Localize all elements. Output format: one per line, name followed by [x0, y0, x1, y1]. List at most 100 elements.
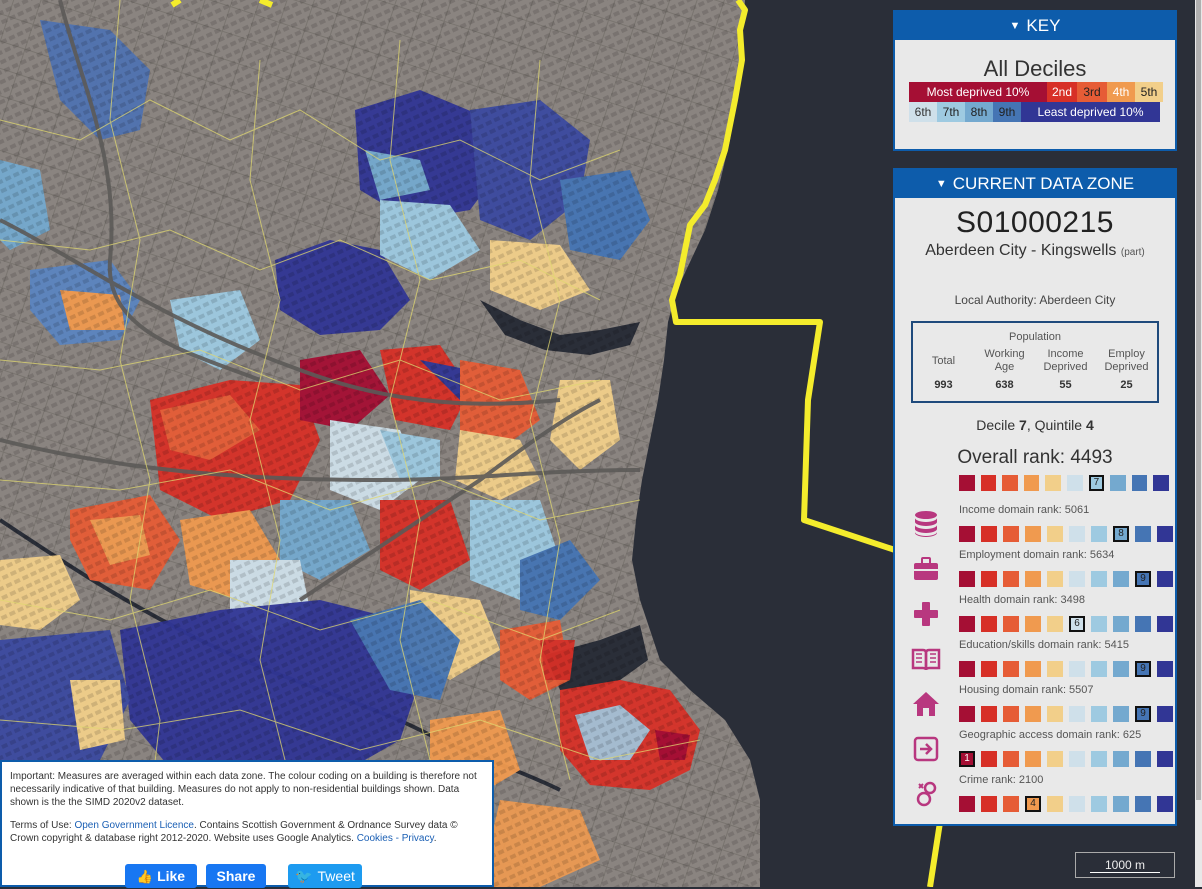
decile-square-6: [1069, 526, 1085, 542]
population-col: Total 993: [915, 347, 973, 392]
domain-decile-scale: 9: [959, 706, 1179, 722]
current-data-zone-panel: ▼ CURRENT DATA ZONE S01000215 Aberdeen Ci…: [893, 168, 1177, 826]
population-label: Income Deprived: [1043, 348, 1088, 373]
decile-square-2: [981, 571, 997, 587]
key-swatch-row1-2: 3rd: [1077, 82, 1107, 102]
decile-square-3: [1003, 796, 1019, 812]
decile-square-7: [1091, 526, 1107, 542]
decile-square-10: [1157, 706, 1173, 722]
database-icon: [911, 509, 941, 539]
key-swatch-row1-4: 5th: [1135, 82, 1163, 102]
domain-row: Income domain rank: 5061 8: [895, 504, 1175, 549]
decile-square-6: [1066, 475, 1083, 491]
decile-square-4: 4: [1025, 796, 1041, 812]
decile-square-5: [1047, 571, 1063, 587]
decile-square-8: [1110, 475, 1126, 491]
population-value: 25: [1120, 379, 1133, 391]
sign-in-icon: [911, 734, 941, 764]
plus-icon: [911, 599, 941, 629]
scrollbar-thumb[interactable]: [1196, 0, 1201, 800]
population-title: Population: [1009, 331, 1061, 343]
caret-down-icon: ▼: [935, 178, 947, 190]
domain-decile-scale: 4: [959, 796, 1179, 812]
domain-list: Income domain rank: 5061 8 Employment doma…: [895, 504, 1175, 824]
decile-square-8: [1113, 616, 1129, 632]
decile-square-2: [981, 706, 997, 722]
domain-rank-label: Employment domain rank: 5634: [959, 549, 1115, 561]
facebook-like-button[interactable]: 👍 Like: [125, 864, 197, 888]
decile-square-6: [1069, 706, 1085, 722]
decile-square-9: [1135, 796, 1151, 812]
key-swatch-row2-0: 6th: [909, 102, 937, 122]
decile-square-1: [959, 526, 975, 542]
decile-square-1: [959, 661, 975, 677]
decile-square-1: [959, 706, 975, 722]
page-scrollbar[interactable]: [1195, 0, 1202, 887]
like-label: Like: [157, 868, 186, 884]
key-header-label: KEY: [1026, 16, 1061, 35]
overall-decile-scale: 7: [959, 475, 1175, 491]
decile-square-5: [1047, 526, 1063, 542]
zone-header-label: CURRENT DATA ZONE: [952, 174, 1135, 193]
quintile-value: 4: [1085, 417, 1094, 433]
decile-square-7: [1091, 706, 1107, 722]
decile-square-10: [1153, 475, 1170, 491]
decile-square-4: [1025, 571, 1041, 587]
decile-square-5: [1047, 706, 1063, 722]
decile-square-4: [1025, 661, 1041, 677]
briefcase-icon: [911, 554, 941, 584]
cookies-privacy-link[interactable]: Cookies - Privacy: [357, 833, 434, 844]
decile-square-3: [1003, 616, 1019, 632]
decile-square-7: [1091, 571, 1107, 587]
key-swatch-row1-3: 4th: [1107, 82, 1135, 102]
population-box: Population Total 993 Working Age 638 Income …: [911, 321, 1159, 403]
domain-rank-label: Geographic access domain rank: 625: [959, 729, 1142, 741]
domain-decile-scale: 6: [959, 616, 1179, 632]
domain-rank-label: Education/skills domain rank: 5415: [959, 639, 1129, 651]
decile-square-1: [959, 475, 975, 491]
key-legend-row-2: 6th 7th 8th 9th Least deprived 10%: [909, 102, 1175, 122]
caret-down-icon: ▼: [1009, 20, 1021, 32]
tweet-button[interactable]: 🐦 Tweet: [288, 864, 362, 888]
decile-square-7: [1091, 751, 1107, 767]
key-panel-header[interactable]: ▼ KEY: [895, 12, 1175, 40]
decile-square-9: [1135, 526, 1151, 542]
decile-square-3: [1003, 706, 1019, 722]
decile-square-4: [1025, 751, 1041, 767]
decile-square-8: [1113, 661, 1129, 677]
domain-decile-scale: 1: [959, 751, 1179, 767]
decile-square-2: [981, 796, 997, 812]
decile-square-8: [1113, 751, 1129, 767]
population-col: Income Deprived 55: [1037, 347, 1095, 391]
decile-square-6: [1069, 751, 1085, 767]
key-swatch-row2-1: 7th: [937, 102, 965, 122]
domain-rank-label: Crime rank: 2100: [959, 774, 1044, 786]
domain-row: Education/skills domain rank: 5415 9: [895, 639, 1175, 684]
ogl-link[interactable]: Open Government Licence: [74, 820, 194, 831]
population-col: Working Age 638: [976, 347, 1034, 391]
decile-square-6: [1069, 571, 1085, 587]
domain-decile-scale: 9: [959, 571, 1179, 587]
zone-panel-header[interactable]: ▼ CURRENT DATA ZONE: [895, 170, 1175, 198]
decile-square-1: [959, 796, 975, 812]
decile-square-4: [1025, 706, 1041, 722]
thumbs-up-icon: 👍: [136, 869, 154, 884]
data-zone-name: Aberdeen City - Kingswells (part): [895, 242, 1175, 260]
population-value: 993: [934, 379, 953, 391]
decile-square-5: [1045, 475, 1061, 491]
facebook-share-button[interactable]: Share: [206, 864, 266, 888]
population-label: Total: [931, 354, 956, 367]
zone-name-suffix: (part): [1120, 247, 1145, 258]
decile-value: 7: [1019, 417, 1027, 433]
decile-square-5: [1047, 751, 1063, 767]
crime-icon: [911, 779, 941, 809]
decile-square-3: [1003, 571, 1019, 587]
scale-label: 1000 m: [1104, 858, 1146, 872]
decile-square-10: [1157, 526, 1173, 542]
local-authority: Local Authority: Aberdeen City: [954, 293, 1116, 307]
decile-square-2: [981, 661, 997, 677]
domain-rank-label: Income domain rank: 5061: [959, 504, 1090, 516]
key-swatch-row2-3: 9th: [993, 102, 1021, 122]
data-zone-id: S01000215: [956, 206, 1114, 239]
decile-square-10: [1157, 796, 1173, 812]
